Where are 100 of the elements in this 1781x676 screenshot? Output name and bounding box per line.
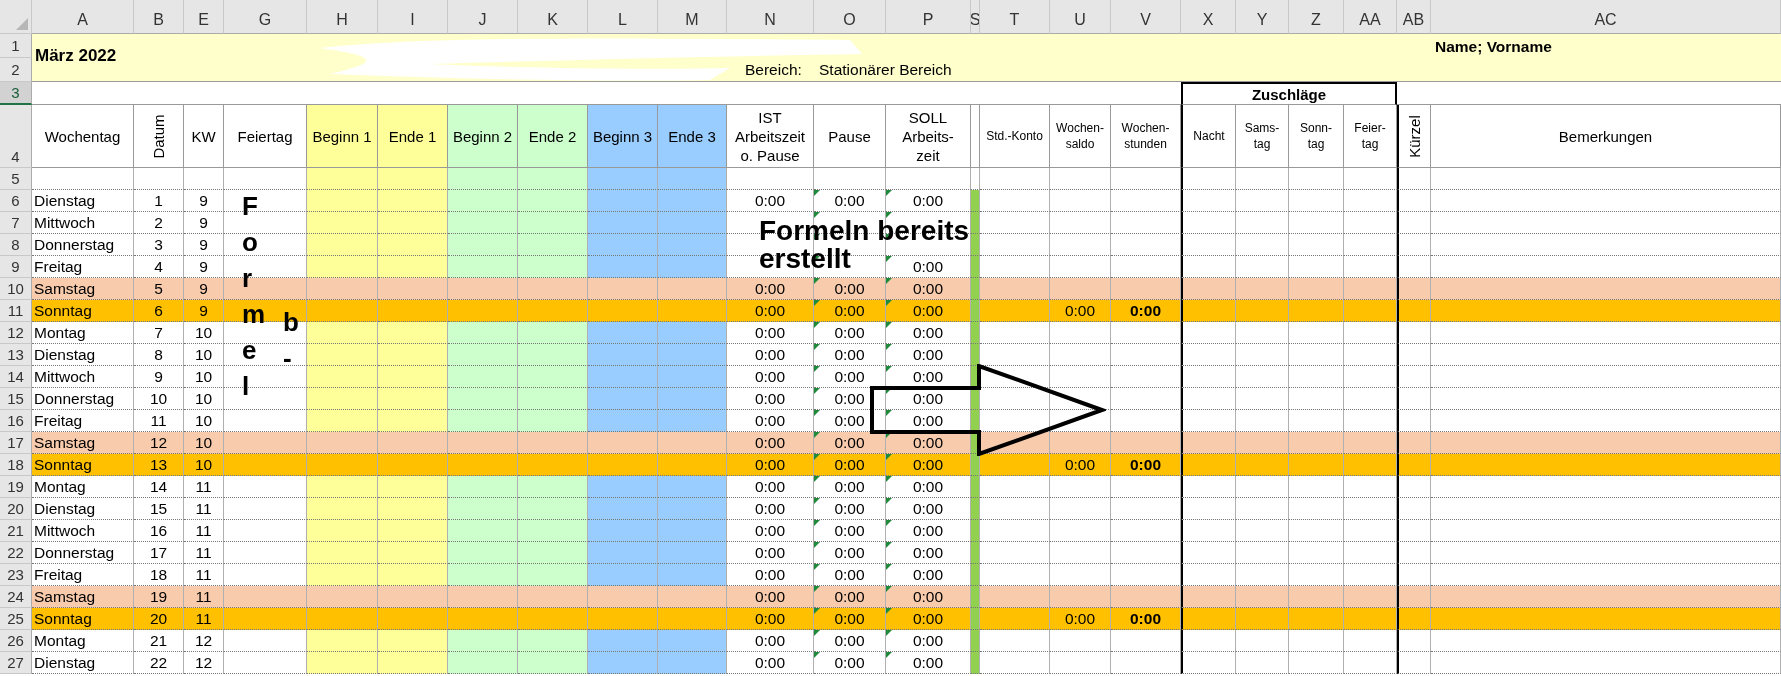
time-entry-cell [518,366,588,388]
table-cell [1236,300,1289,322]
time-cell: 0:00 [727,542,814,564]
time-entry-cell [658,278,727,300]
row-header[interactable]: 1 [0,34,32,58]
row-header[interactable]: 9 [0,256,32,278]
table-cell [971,366,980,388]
time-entry-cell [658,410,727,432]
weekday-cell: Samstag [32,432,134,454]
row-header[interactable]: 26 [0,630,32,652]
table-cell [134,168,184,190]
time-entry-cell [518,190,588,212]
time-entry-cell [658,498,727,520]
table-cell [1289,608,1344,630]
row-header[interactable]: 22 [0,542,32,564]
time-entry-cell [518,542,588,564]
weekday-cell: Donnerstag [32,388,134,410]
area-value: Stationärer Bereich [819,61,952,79]
time-entry-cell [378,322,448,344]
week-cell: 10 [184,322,224,344]
week-cell: 11 [184,586,224,608]
date-cell: 6 [134,300,184,322]
table-cell [1344,278,1397,300]
row-header[interactable]: 16 [0,410,32,432]
time-entry-cell [658,542,727,564]
time-entry-cell [448,564,518,586]
row-header[interactable]: 6 [0,190,32,212]
time-value: 0:00 [912,367,944,386]
table-cell [1289,366,1344,388]
time-entry-cell [378,520,448,542]
table-cell [1344,388,1397,410]
table-cell [1289,168,1344,190]
row-header[interactable]: 2 [0,58,32,82]
time-value: 0:00 [834,191,865,210]
time-entry-cell [378,344,448,366]
area-label: Bereich: [745,61,802,79]
row-header[interactable]: 8 [0,234,32,256]
time-entry-cell [378,234,448,256]
date-cell: 16 [134,520,184,542]
row-header[interactable]: 10 [0,278,32,300]
row-header[interactable]: 21 [0,520,32,542]
table-cell [1289,520,1344,542]
time-entry-cell [448,212,518,234]
time-entry-cell [518,498,588,520]
table-cell [1111,652,1181,674]
table-cell [1236,454,1289,476]
month-title: März 2022 [35,46,117,66]
table-cell [1181,300,1236,322]
time-value: 0:00 [912,499,944,518]
time-cell: 0:00 [727,344,814,366]
row-header[interactable]: 15 [0,388,32,410]
date-cell: 9 [134,366,184,388]
note-text: Formeln bereits [759,217,970,245]
row-header[interactable]: 17 [0,432,32,454]
row-header[interactable]: 27 [0,652,32,674]
table-cell [971,105,980,168]
table-cell [1397,322,1431,344]
time-value: 0:00 [834,565,865,584]
time-entry-cell [448,366,518,388]
table-cell [1181,454,1236,476]
time-value: 0:00 [834,345,865,364]
table-cell [980,234,1050,256]
row-header[interactable]: 12 [0,322,32,344]
table-cell [1236,190,1289,212]
row-header[interactable]: 4 [0,105,32,168]
time-value: 0:00 [834,433,865,452]
week-cell: 11 [184,542,224,564]
weekday-cell: Mittwoch [32,212,134,234]
row-header[interactable]: 5 [0,168,32,190]
table-cell [1181,344,1236,366]
time-entry-cell [518,168,588,190]
time-cell: 0:00 [1050,454,1111,476]
time-entry-cell [518,432,588,454]
time-cell: 0:00 [727,586,814,608]
time-entry-cell [307,520,378,542]
table-cell [1344,520,1397,542]
row-header[interactable]: 25 [0,608,32,630]
table-cell [1344,608,1397,630]
row-header[interactable]: 20 [0,498,32,520]
table-cell [1289,542,1344,564]
time-entry-cell [658,608,727,630]
table-cell [1111,322,1181,344]
weekday-cell: Dienstag [32,652,134,674]
row-header[interactable]: 14 [0,366,32,388]
table-cell [1397,278,1431,300]
table-cell [1181,608,1236,630]
row-header[interactable]: 13 [0,344,32,366]
row-header[interactable]: 19 [0,476,32,498]
time-value: 0:00 [912,631,944,650]
table-cell [1111,234,1181,256]
time-entry-cell [307,586,378,608]
row-header[interactable]: 24 [0,586,32,608]
time-entry-cell [588,168,658,190]
time-entry-cell [378,168,448,190]
row-header[interactable]: 18 [0,454,32,476]
row-header[interactable]: 23 [0,564,32,586]
row-header[interactable]: 11 [0,300,32,322]
time-entry-cell [448,498,518,520]
row-header[interactable]: 3 [0,82,32,105]
row-header[interactable]: 7 [0,212,32,234]
